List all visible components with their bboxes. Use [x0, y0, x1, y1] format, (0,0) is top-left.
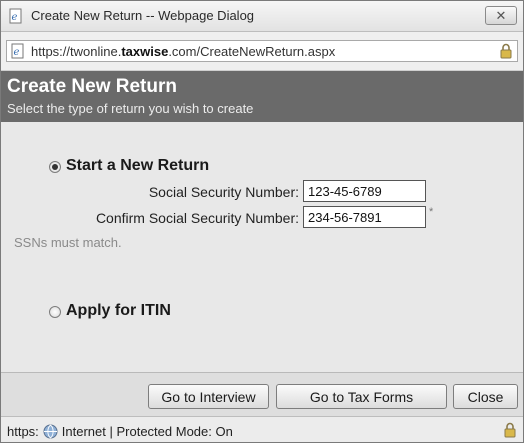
dialog-window: e Create New Return -- Webpage Dialog ✕ … — [0, 0, 524, 443]
svg-text:e: e — [14, 47, 20, 58]
close-button[interactable]: Close — [453, 384, 518, 409]
required-asterisk: * — [429, 206, 434, 218]
status-text: https: Internet | Protected Mode: On — [7, 424, 233, 439]
title-bar: e Create New Return -- Webpage Dialog ✕ — [1, 1, 523, 32]
confirm-ssn-label: Confirm Social Security Number: — [95, 210, 299, 226]
close-window-button[interactable]: ✕ — [485, 6, 517, 25]
security-zone: Internet | Protected Mode: On — [61, 424, 233, 439]
address-field[interactable]: e https://twonline.taxwise.com/CreateNew… — [6, 40, 518, 62]
ssn-match-hint: SSNs must match. — [14, 235, 122, 250]
page-subtitle: Select the type of return you wish to cr… — [7, 101, 254, 116]
form-content: Start a New Return Social Security Numbe… — [1, 122, 523, 372]
lock-icon[interactable] — [499, 43, 513, 59]
window-title: Create New Return -- Webpage Dialog — [31, 8, 255, 23]
svg-text:e: e — [12, 12, 18, 23]
address-url: https://twonline.taxwise.com/CreateNewRe… — [31, 44, 336, 59]
status-protocol: https: — [7, 424, 39, 439]
confirm-ssn-input[interactable] — [303, 206, 426, 228]
ssn-input[interactable] — [303, 180, 426, 202]
page-header: Create New Return Select the type of ret… — [1, 71, 523, 122]
page-title: Create New Return — [7, 76, 177, 97]
status-bar: https: Internet | Protected Mode: On — [1, 416, 523, 442]
ssn-label: Social Security Number: — [148, 184, 299, 200]
button-bar: Go to Interview Go to Tax Forms Close — [1, 372, 523, 416]
apply-itin-label[interactable]: Apply for ITIN — [66, 302, 171, 320]
go-to-tax-forms-button[interactable]: Go to Tax Forms — [276, 384, 447, 409]
close-icon: ✕ — [495, 7, 507, 23]
start-new-return-radio[interactable] — [49, 161, 61, 173]
globe-icon — [43, 424, 58, 439]
ie-page-icon: e — [10, 43, 26, 59]
address-bar: e https://twonline.taxwise.com/CreateNew… — [1, 32, 523, 71]
go-to-interview-button[interactable]: Go to Interview — [148, 384, 269, 409]
apply-itin-radio[interactable] — [49, 306, 61, 318]
lock-icon[interactable] — [503, 422, 517, 438]
start-new-return-label[interactable]: Start a New Return — [66, 157, 209, 175]
ie-page-icon: e — [8, 8, 24, 24]
